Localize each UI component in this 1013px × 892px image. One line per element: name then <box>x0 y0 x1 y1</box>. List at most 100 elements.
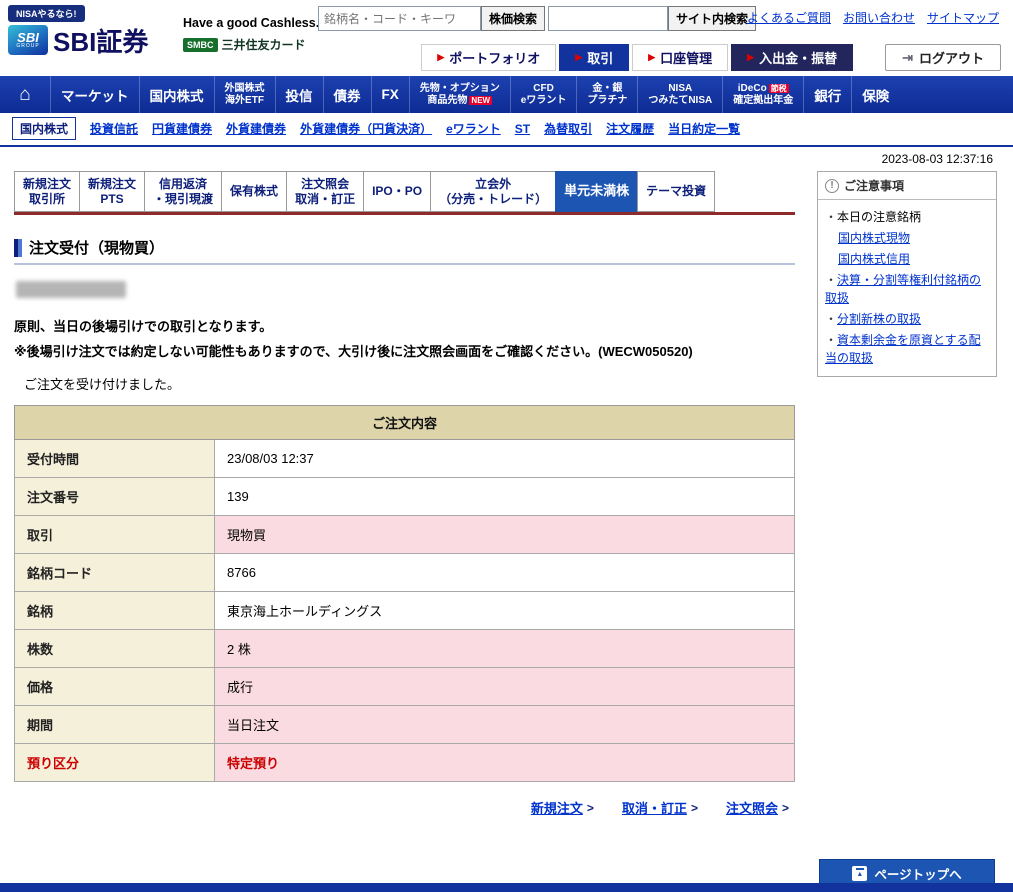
nav-item-home[interactable]: ⌂ <box>0 76 50 113</box>
tab-label: （分売・トレード） <box>439 192 547 207</box>
redacted-account-name <box>16 281 126 298</box>
tab-theme-invest[interactable]: テーマ投資 <box>637 171 715 212</box>
subnav-order-history[interactable]: 注文履歴 <box>606 120 654 137</box>
tab-label: 保有株式 <box>230 184 278 199</box>
tab-label: 信用返済 <box>159 177 207 192</box>
subnav-domestic-stock[interactable]: 国内株式 <box>12 117 76 140</box>
faq-link[interactable]: よくあるご質問 <box>747 9 831 26</box>
nav-label: FX <box>382 87 399 102</box>
sidebar-item-todays-caution: 本日の注意銘柄 <box>825 208 989 226</box>
table-row: 受付時間 23/08/03 12:37 <box>15 440 795 478</box>
table-row: 注文番号 139 <box>15 478 795 516</box>
nav-item-insurance[interactable]: 保険 <box>851 76 899 113</box>
deposit-transfer-button[interactable]: ▶ 入出金・振替 <box>731 44 853 71</box>
table-row: 期間 当日注文 <box>15 706 795 744</box>
logo[interactable]: NISAやるなら! SBI GROUP SBI証券 <box>8 4 148 55</box>
smbc-logo-icon: SMBC <box>183 38 218 52</box>
nav-label: 国内株式 <box>150 85 204 105</box>
order-details-table: ご注文内容 受付時間 23/08/03 12:37 注文番号 139 取引 現物… <box>14 405 795 782</box>
sitemap-link[interactable]: サイトマップ <box>927 9 999 26</box>
stock-search-input[interactable] <box>318 6 481 31</box>
row-value: 139 <box>215 478 795 516</box>
search-area: 株価検索 サイト内検索 <box>318 6 756 31</box>
notice-line-2: ※後場引け注文では約定しない可能性もありますので、大引け後に注文照会画面をご確認… <box>14 341 795 360</box>
arrow-up-icon: ▲ <box>852 866 867 881</box>
tab-holdings[interactable]: 保有株式 <box>221 171 286 212</box>
sidebar: ! ご注意事項 本日の注意銘柄 国内株式現物 国内株式信用 決算・分割等権利付銘… <box>817 171 997 817</box>
subnav-yen-bonds[interactable]: 円貨建債券 <box>152 120 212 137</box>
nav-item-bonds[interactable]: 債券 <box>323 76 371 113</box>
deposit-transfer-label: 入出金・振替 <box>759 48 837 67</box>
row-label: 銘柄 <box>15 592 215 630</box>
contact-link[interactable]: お問い合わせ <box>843 9 915 26</box>
trade-button[interactable]: ▶ 取引 <box>559 44 629 71</box>
row-label: 株数 <box>15 630 215 668</box>
sidebar-link-rights-stocks[interactable]: 決算・分割等権利付銘柄の取扱 <box>825 273 981 305</box>
notice-text: ※後場引け注文では約定しない可能性もありますので、大引け後に注文照会画面をご確認… <box>14 344 598 359</box>
tab-fractional-shares[interactable]: 単元未満株 <box>555 171 637 212</box>
nisa-banner: NISAやるなら! <box>8 5 85 22</box>
sidebar-link-domestic-cash[interactable]: 国内株式現物 <box>838 231 910 245</box>
row-label: 銘柄コード <box>15 554 215 592</box>
footer-bar <box>0 883 1013 892</box>
tab-off-exchange[interactable]: 立会外 （分売・トレード） <box>430 171 555 212</box>
subnav-foreign-bonds[interactable]: 外貨建債券 <box>226 120 286 137</box>
nav-item-gold-platinum[interactable]: 金・銀 プラチナ <box>576 76 637 113</box>
sidebar-link-domestic-margin[interactable]: 国内株式信用 <box>838 252 910 266</box>
tab-new-order-pts[interactable]: 新規注文 PTS <box>79 171 144 212</box>
tab-label: 新規注文 <box>88 177 136 192</box>
nav-label: 銀行 <box>814 85 841 105</box>
arrow-up-glyph: ▲ <box>856 871 863 878</box>
nav-sublabel: つみたてNISA <box>648 95 712 107</box>
table-row: 価格 成行 <box>15 668 795 706</box>
site-search-button[interactable]: サイト内検索 <box>668 6 756 31</box>
stock-search-button[interactable]: 株価検索 <box>481 6 545 31</box>
page-title: 注文受付（現物買） <box>14 237 795 265</box>
page-title-text: 注文受付（現物買） <box>29 237 164 258</box>
sidebar-link-capital-surplus-dividend[interactable]: 資本剰余金を原資とする配当の取扱 <box>825 333 981 365</box>
nav-item-futures-options[interactable]: 先物・オプション 商品先物 NEW <box>409 76 510 113</box>
subnav-exchange-trade[interactable]: 為替取引 <box>544 120 592 137</box>
nav-item-nisa[interactable]: NISA つみたてNISA <box>637 76 722 113</box>
home-icon: ⌂ <box>19 84 30 106</box>
account-button-row: ▶ ポートフォリオ ▶ 取引 ▶ 口座管理 ▶ 入出金・振替 ⇥ ログアウト <box>418 44 1001 71</box>
subnav-today-executions[interactable]: 当日約定一覧 <box>668 120 740 137</box>
nav-item-ideco[interactable]: iDeCo 節税 確定拠出年金 <box>722 76 803 113</box>
account-mgmt-button[interactable]: ▶ 口座管理 <box>632 44 728 71</box>
brand-name: SBI証券 <box>53 29 148 55</box>
chevron-right-icon: > <box>782 801 789 815</box>
subnav-ewarrant[interactable]: eワラント <box>446 120 501 137</box>
tab-margin-repayment[interactable]: 信用返済 ・現引現渡 <box>144 171 221 212</box>
nav-item-bank[interactable]: 銀行 <box>803 76 851 113</box>
subnav-st[interactable]: ST <box>515 122 530 136</box>
nav-item-funds[interactable]: 投信 <box>275 76 323 113</box>
nav-label: 外国株式 <box>225 83 265 95</box>
row-label: 注文番号 <box>15 478 215 516</box>
subnav-foreign-bonds-yen[interactable]: 外貨建債券（円貨決済） <box>300 120 432 137</box>
nav-sublabel: eワラント <box>521 95 567 107</box>
nav-item-market[interactable]: マーケット <box>50 76 139 113</box>
row-value: 2 株 <box>215 630 795 668</box>
tab-ipo-po[interactable]: IPO・PO <box>363 171 430 212</box>
nav-sublabel: 確定拠出年金 <box>733 95 793 107</box>
tab-label: 新規注文 <box>23 177 71 192</box>
nav-item-domestic-stock[interactable]: 国内株式 <box>139 76 214 113</box>
nav-label: 債券 <box>334 85 361 105</box>
nav-label: NISA <box>668 83 692 95</box>
arrow-right-icon: ▶ <box>747 52 754 63</box>
tab-new-order-exchange[interactable]: 新規注文 取引所 <box>14 171 79 212</box>
nav-item-foreign-stock[interactable]: 外国株式 海外ETF <box>214 76 275 113</box>
nav-label: マーケット <box>61 85 129 105</box>
nav-item-fx[interactable]: FX <box>371 76 409 113</box>
cancel-amend-link[interactable]: 取消・訂正 <box>622 798 687 817</box>
site-search-input[interactable] <box>548 6 668 31</box>
nav-item-cfd[interactable]: CFD eワラント <box>510 76 577 113</box>
sidebar-link-split-shares[interactable]: 分割新株の取扱 <box>837 312 921 326</box>
new-order-link[interactable]: 新規注文 <box>531 798 583 817</box>
logout-button[interactable]: ⇥ ログアウト <box>885 44 1001 71</box>
tab-order-inquiry[interactable]: 注文照会 取消・訂正 <box>286 171 363 212</box>
subnav-investment-trust[interactable]: 投資信託 <box>90 120 138 137</box>
table-row: 取引 現物買 <box>15 516 795 554</box>
order-inquiry-link[interactable]: 注文照会 <box>726 798 778 817</box>
portfolio-button[interactable]: ▶ ポートフォリオ <box>421 44 556 71</box>
